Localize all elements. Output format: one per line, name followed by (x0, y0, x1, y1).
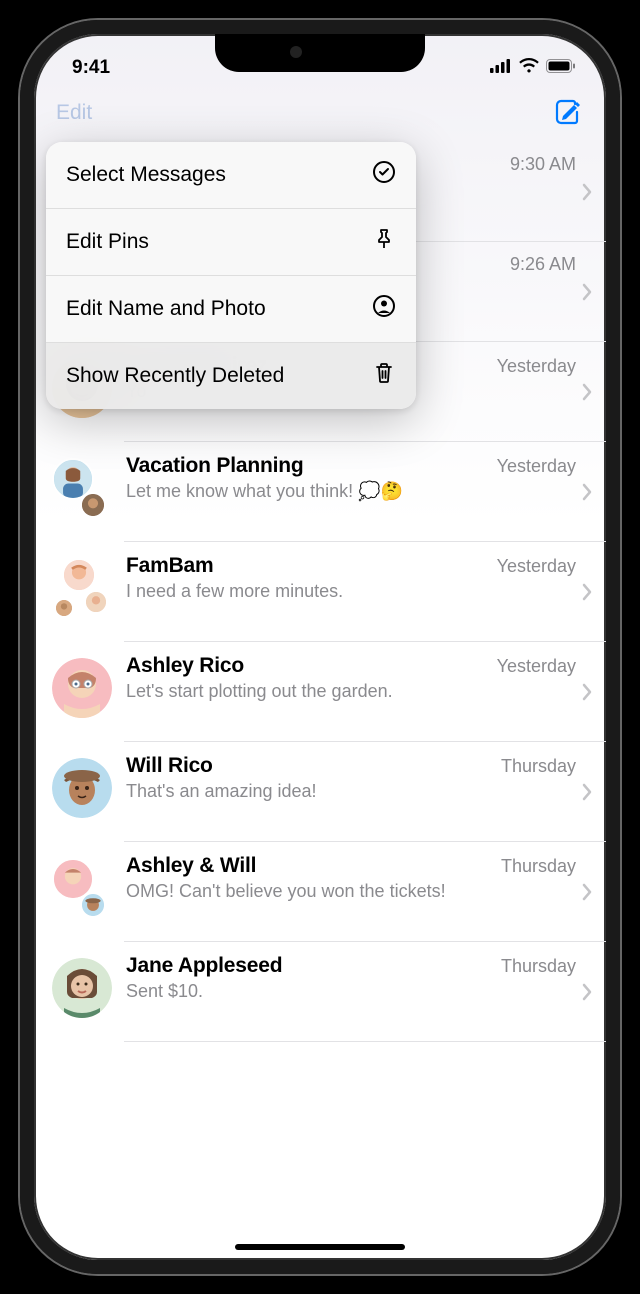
chevron-right-icon (582, 883, 592, 906)
avatar (52, 758, 112, 818)
chevron-right-icon (582, 583, 592, 606)
conversation-time: Thursday (501, 956, 576, 977)
chevron-right-icon (582, 983, 592, 1006)
avatar-group (52, 458, 112, 518)
pin-icon (372, 227, 396, 257)
conversation-preview: Sent $10. (126, 980, 576, 1003)
chevron-right-icon (582, 683, 592, 706)
conversation-time: Yesterday (497, 456, 576, 477)
conversation-preview: Let's start plotting out the garden. (126, 680, 576, 703)
conversation-name: Vacation Planning (126, 454, 303, 478)
conversation-name: Jane Appleseed (126, 954, 282, 978)
conversation-preview: I need a few more minutes. (126, 580, 576, 603)
menu-item-label: Select Messages (66, 163, 226, 187)
chevron-right-icon (582, 283, 592, 306)
conversation-name: Will Rico (126, 754, 213, 778)
conversation-time: Yesterday (497, 356, 576, 377)
edit-menu: Select Messages Edit Pins Edit Name and … (46, 142, 416, 409)
conversation-time: 9:30 AM (510, 154, 576, 175)
chevron-right-icon (582, 383, 592, 406)
conversation-row[interactable]: Vacation Planning Yesterday Let me know … (34, 442, 606, 542)
menu-item-edit-pins[interactable]: Edit Pins (46, 209, 416, 276)
menu-item-recently-deleted[interactable]: Show Recently Deleted (46, 343, 416, 409)
conversation-name: Ashley & Will (126, 854, 256, 878)
home-indicator[interactable] (235, 1244, 405, 1250)
conversation-time: Thursday (501, 756, 576, 777)
conversation-name: FamBam (126, 554, 214, 578)
conversation-row[interactable]: Ashley Rico Yesterday Let's start plotti… (34, 642, 606, 742)
wifi-icon (519, 57, 539, 79)
avatar-group (52, 858, 112, 918)
chevron-right-icon (582, 483, 592, 506)
menu-item-label: Edit Pins (66, 230, 149, 254)
conversation-row[interactable]: Ashley & Will Thursday OMG! Can't believ… (34, 842, 606, 942)
conversation-time: Yesterday (497, 656, 576, 677)
conversation-time: Yesterday (497, 556, 576, 577)
edit-button[interactable]: Edit (56, 101, 92, 125)
menu-item-label: Show Recently Deleted (66, 364, 284, 388)
compose-button[interactable] (554, 98, 584, 128)
check-circle-icon (372, 160, 396, 190)
cellular-icon (490, 57, 512, 79)
person-circle-icon (372, 294, 396, 324)
conversation-time: Thursday (501, 856, 576, 877)
menu-item-label: Edit Name and Photo (66, 297, 266, 321)
menu-item-edit-name-photo[interactable]: Edit Name and Photo (46, 276, 416, 343)
avatar-group (52, 558, 112, 618)
status-time: 9:41 (72, 57, 110, 79)
conversation-preview: Let me know what you think! 💭🤔 (126, 480, 576, 503)
conversation-row[interactable]: FamBam Yesterday I need a few more minut… (34, 542, 606, 642)
conversation-row[interactable]: Will Rico Thursday That's an amazing ide… (34, 742, 606, 842)
chevron-right-icon (582, 183, 592, 206)
chevron-right-icon (582, 783, 592, 806)
conversation-row[interactable]: Jane Appleseed Thursday Sent $10. (34, 942, 606, 1042)
nav-bar: Edit (34, 88, 606, 142)
conversation-time: 9:26 AM (510, 254, 576, 275)
menu-item-select-messages[interactable]: Select Messages (46, 142, 416, 209)
avatar (52, 958, 112, 1018)
conversation-name: Ashley Rico (126, 654, 244, 678)
avatar (52, 658, 112, 718)
battery-icon (546, 57, 576, 79)
conversation-preview: OMG! Can't believe you won the tickets! (126, 880, 576, 903)
conversation-preview: That's an amazing idea! (126, 780, 576, 803)
trash-icon (372, 361, 396, 391)
